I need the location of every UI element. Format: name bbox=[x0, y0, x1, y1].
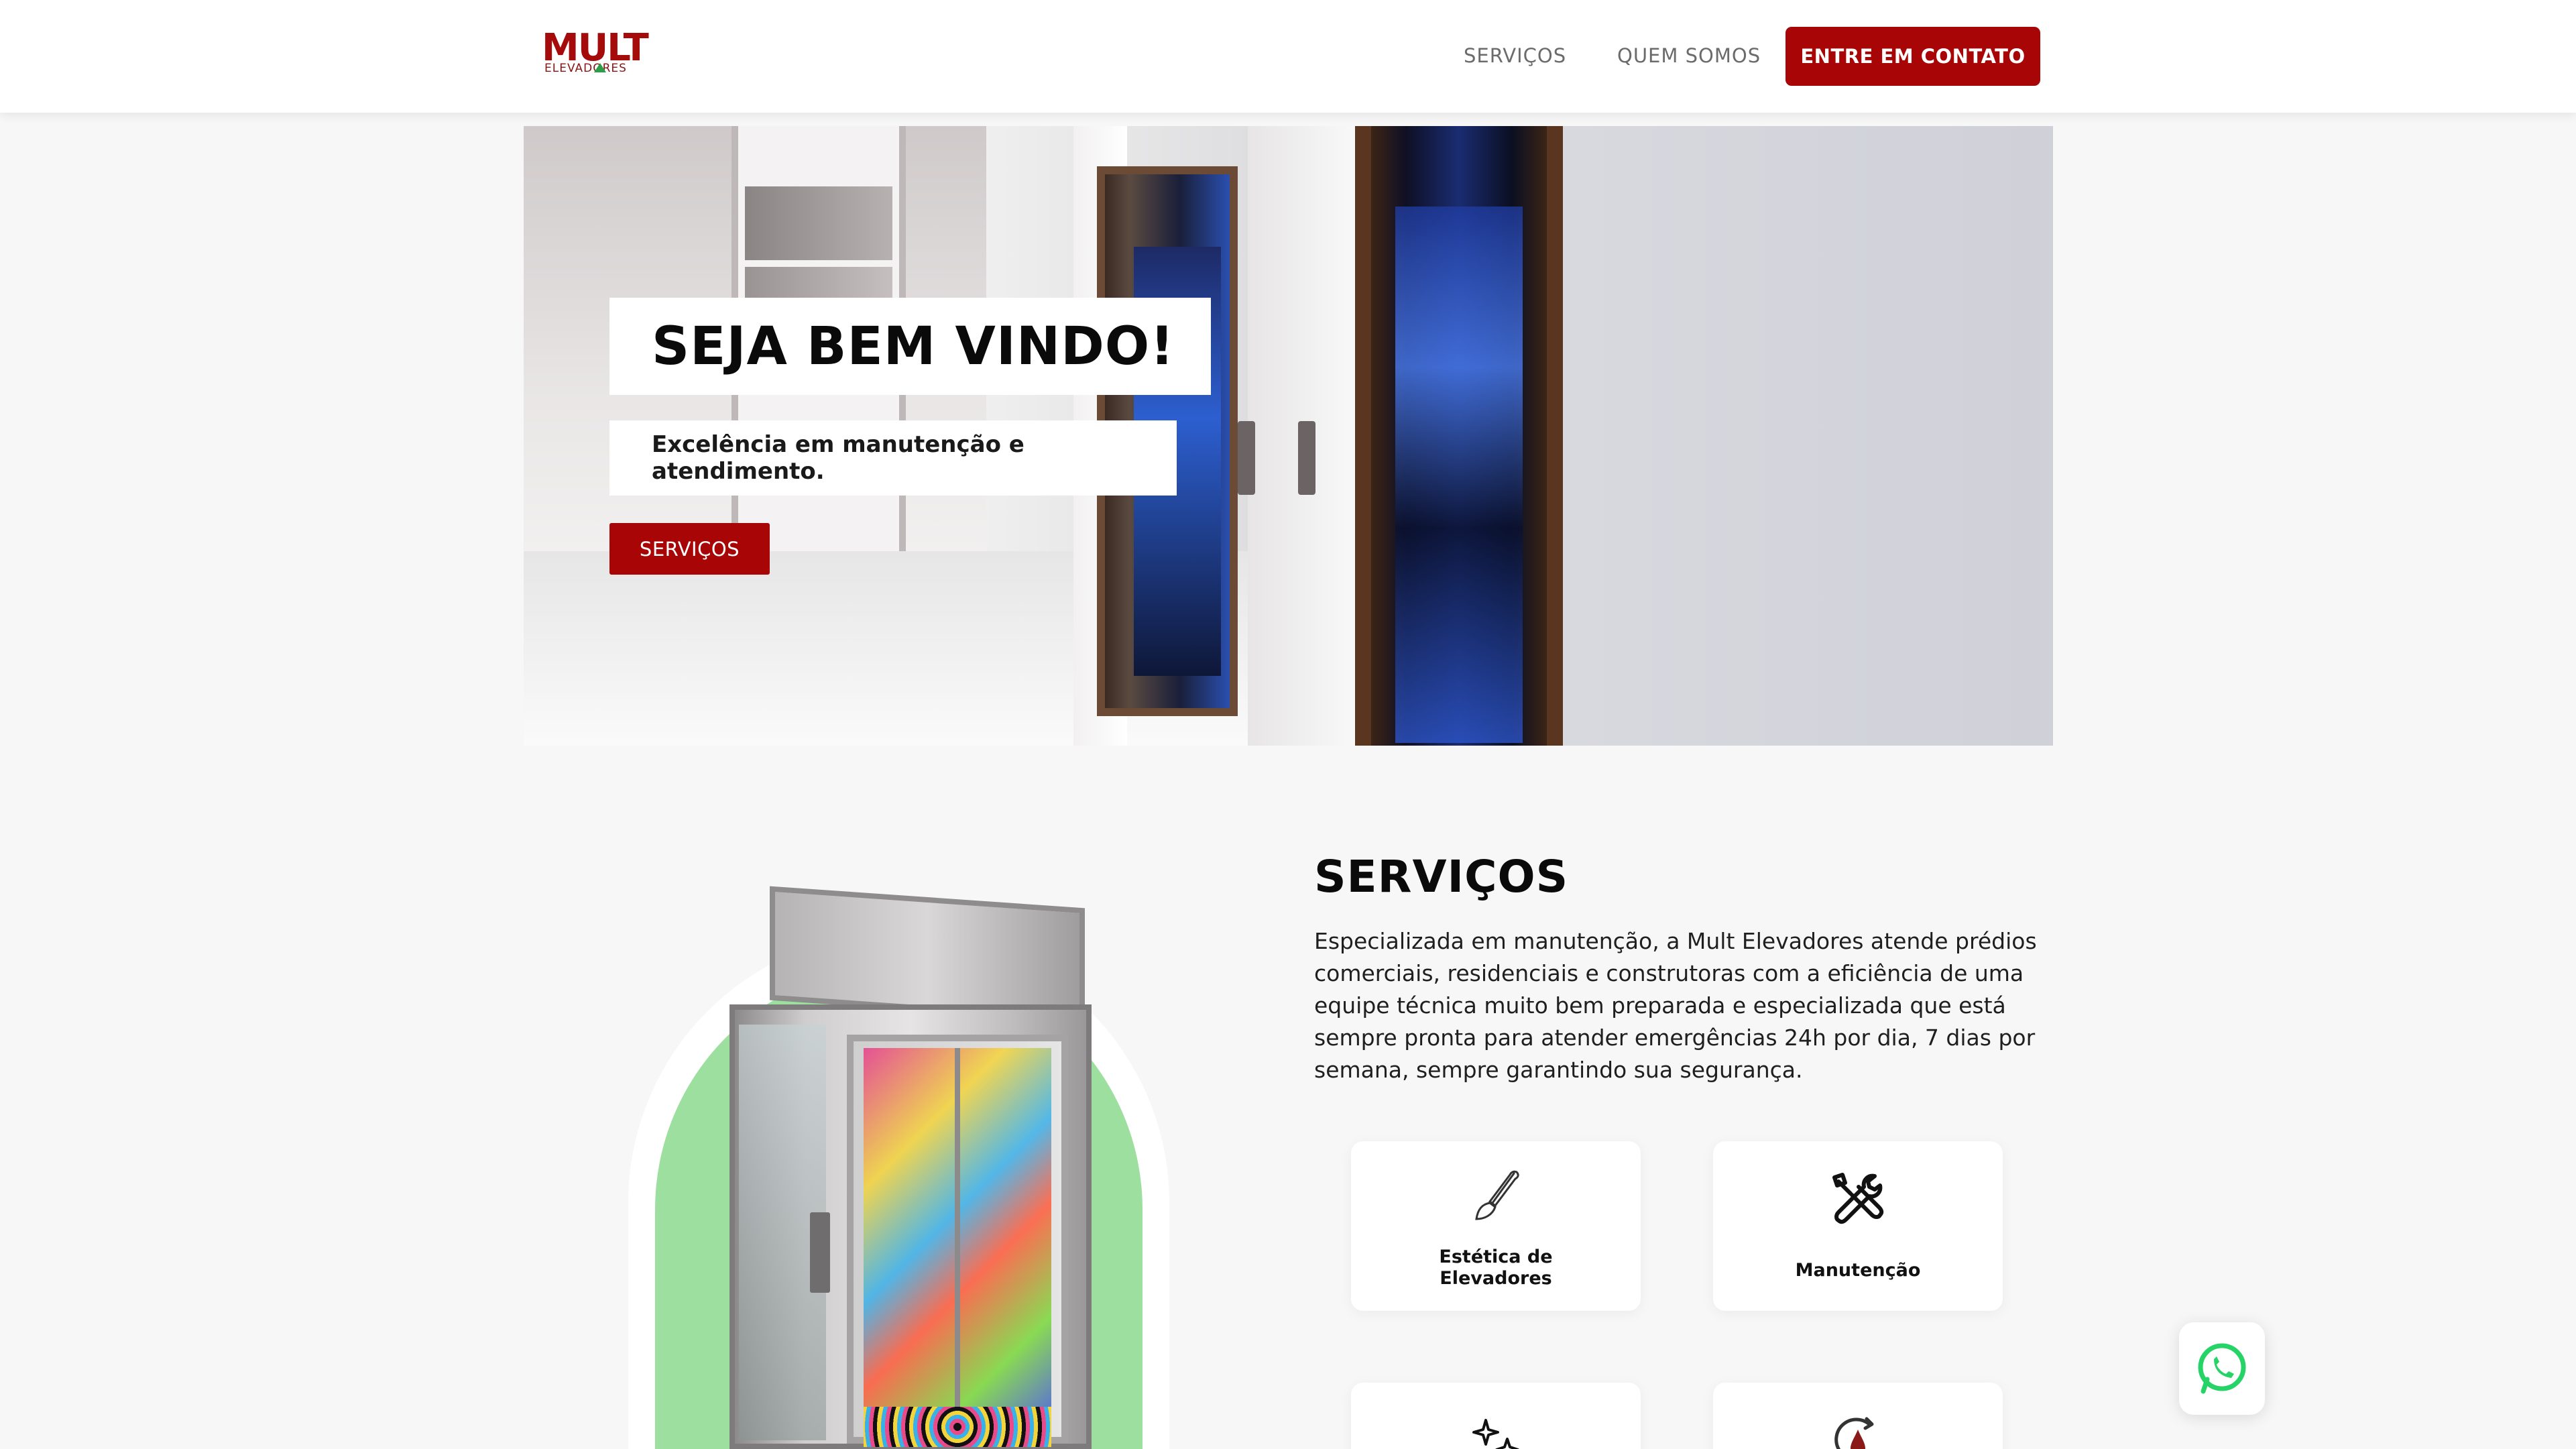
hero-services-button[interactable]: SERVIÇOS bbox=[609, 523, 770, 575]
services-description: Especializada em manutenção, a Mult Elev… bbox=[1314, 928, 2037, 1083]
nav-about-link[interactable]: QUEM SOMOS bbox=[1617, 42, 1761, 70]
logo-triangle-icon bbox=[594, 63, 606, 72]
logo[interactable]: MULT ELEVADORES bbox=[542, 28, 649, 76]
nav-services-link[interactable]: SERVIÇOS bbox=[1464, 42, 1566, 70]
services-title: SERVIÇOS bbox=[1314, 851, 1569, 903]
hero-subtitle: Excelência em manutenção e atendimento. bbox=[652, 431, 1024, 485]
hero-title: SEJA BEM VINDO! bbox=[652, 316, 1175, 377]
oil-drop-icon bbox=[1834, 1417, 1874, 1449]
hero-background-window bbox=[745, 186, 892, 260]
hero-background-wall bbox=[1563, 126, 2053, 746]
hero-title-box: SEJA BEM VINDO! bbox=[609, 298, 1211, 395]
cabin-top bbox=[770, 886, 1085, 1023]
service-card-label-line1: Estética de bbox=[1439, 1247, 1553, 1267]
tools-icon bbox=[1832, 1173, 1884, 1224]
cabin-floor bbox=[864, 1407, 1051, 1447]
hero-call-button-panel bbox=[1238, 421, 1255, 495]
whatsapp-button[interactable] bbox=[2179, 1322, 2265, 1415]
hero-elevator-interior bbox=[1395, 207, 1523, 743]
service-card-aesthetics[interactable]: Estética de Elevadores bbox=[1351, 1141, 1641, 1311]
sparkles-icon bbox=[1472, 1419, 1519, 1449]
cabin-door-seam bbox=[955, 1048, 960, 1430]
service-card-cleaning[interactable] bbox=[1351, 1383, 1641, 1449]
whatsapp-icon bbox=[2198, 1343, 2246, 1394]
contact-button[interactable]: ENTRE EM CONTATO bbox=[1785, 27, 2040, 86]
hero-subtitle-box: Excelência em manutenção e atendimento. bbox=[609, 420, 1177, 496]
service-card-label-line2: Elevadores bbox=[1440, 1268, 1552, 1289]
logo-subtext: ELEVADORES bbox=[544, 62, 627, 75]
hero-call-button-panel bbox=[1298, 421, 1315, 495]
cabin-button-panel bbox=[810, 1212, 830, 1293]
elevator-cabin-image bbox=[729, 886, 1092, 1449]
service-card-label: Manutenção bbox=[1795, 1260, 1921, 1281]
service-card-maintenance[interactable]: Manutenção bbox=[1713, 1141, 2003, 1311]
site-header: MULT ELEVADORES SERVIÇOS QUEM SOMOS ENTR… bbox=[0, 0, 2576, 113]
service-card-lubrication[interactable] bbox=[1713, 1383, 2003, 1449]
service-card-label: Estética de Elevadores bbox=[1351, 1247, 1641, 1289]
brush-icon bbox=[1475, 1170, 1519, 1220]
